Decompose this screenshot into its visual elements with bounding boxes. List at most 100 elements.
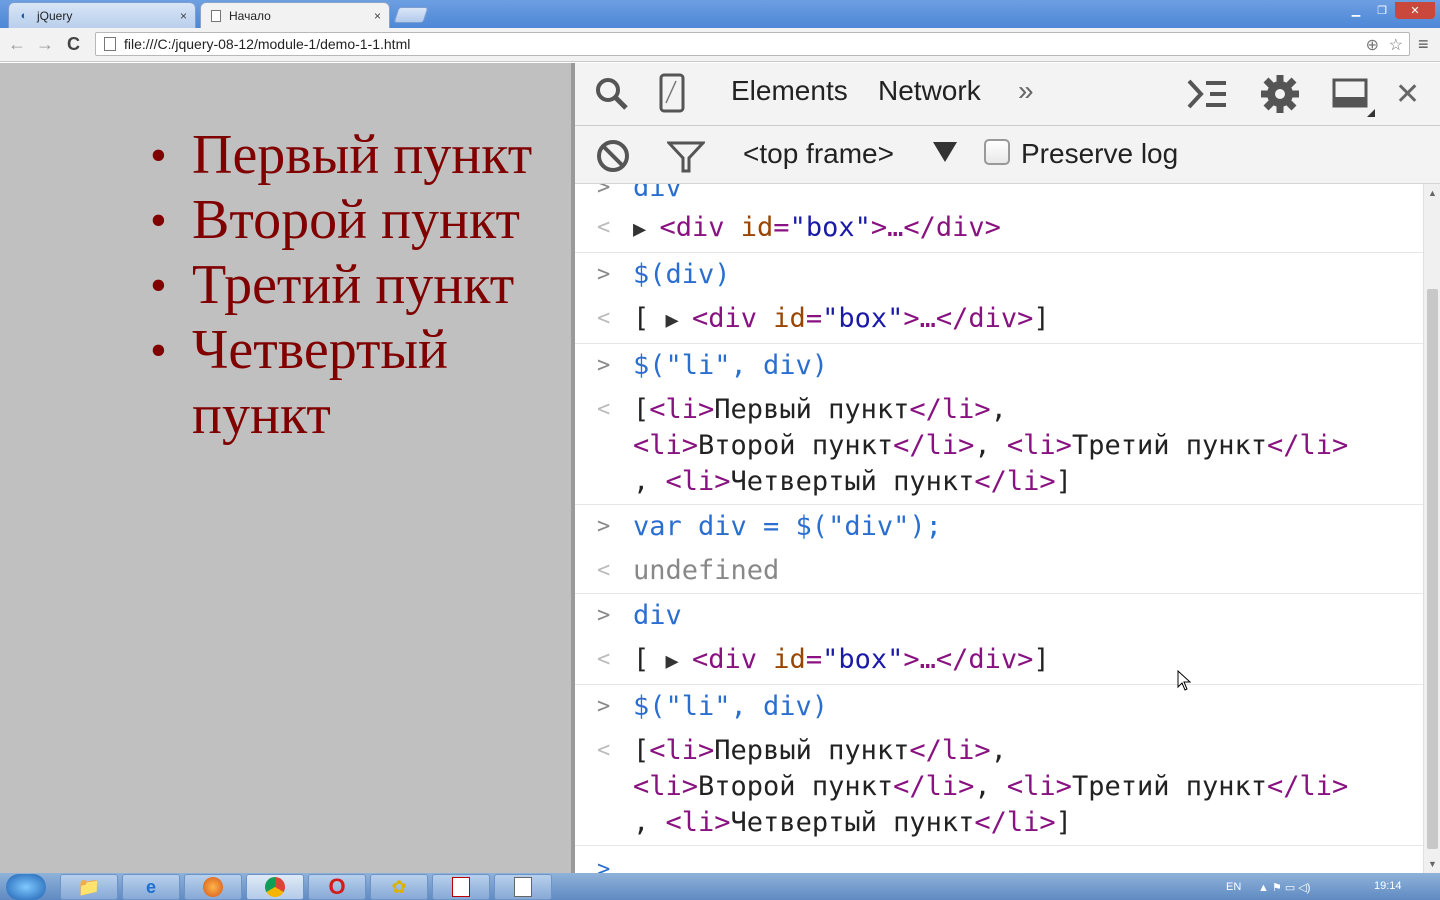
list-item: Первый пункт [150,123,550,188]
console-input-text: div [633,600,682,631]
back-button[interactable]: ← [8,34,26,55]
close-icon[interactable]: × [374,9,381,23]
expand-triangle-icon[interactable]: ▶ [633,217,660,242]
console-result-row: , <li>Четвертый пункт</li>] [633,805,1423,841]
console-token: = [805,644,823,675]
console-token: </li> [1267,771,1349,802]
console-result-line[interactable]: < ▶ <div id="box">…</div> [575,206,1423,253]
console-drawer-icon[interactable] [1186,77,1228,111]
console-token: Второй пункт [698,771,894,802]
result-arrow-icon: < [597,647,611,672]
reload-button[interactable]: C [67,34,80,55]
notepad-icon[interactable] [494,874,552,900]
console-result-line[interactable]: < undefined [575,549,1423,594]
tab-home[interactable]: Начало × [200,2,390,28]
frame-select[interactable]: <top frame> [743,138,894,170]
console-result-line[interactable]: < [<li>Первый пункт</li>, <li>Второй пункт… [575,729,1423,846]
scroll-down-icon[interactable]: ▼ [1428,859,1437,869]
console-token: , [990,394,1007,425]
console-input-line: > $("li", div) [575,344,1423,388]
firefox-icon[interactable] [184,874,242,900]
close-devtools-icon[interactable]: ✕ [1395,77,1420,112]
clear-console-icon[interactable] [595,138,631,179]
console-result-row: , <li>Четвертый пункт</li>] [633,464,1423,500]
scroll-up-icon[interactable]: ▲ [1428,188,1437,198]
console-token: , [633,466,666,497]
tab-jquery[interactable]: ◐ jQuery × [8,2,196,28]
tab-network[interactable]: Network [878,75,981,107]
console-token: </li> [893,771,975,802]
input-prompt-icon: > [597,514,611,539]
console-token: <div [692,644,774,675]
devtools-panel: Elements Network » ✕ <top frame> Preserv… [575,63,1440,873]
console-output[interactable]: > div < ▶ <div id="box">…</div> > $(div) <[ … [575,184,1423,873]
expand-triangle-icon[interactable]: ▶ [666,649,693,674]
console-input-line: > $(div) [575,253,1423,297]
console-token: <li> [665,466,731,497]
gear-icon[interactable] [1259,73,1301,115]
maximize-button[interactable]: ❐ [1369,2,1395,19]
close-window-button[interactable]: ✕ [1395,2,1435,19]
console-token: id [773,644,806,675]
console-token: Первый пункт [714,735,910,766]
console-token: "box" [822,303,904,334]
console-result-row: [<li>Первый пункт</li>, [633,392,1423,428]
console-token: ] [1055,807,1072,838]
acrobat-icon[interactable] [432,874,490,900]
console-result-line[interactable]: < [ ▶ <div id="box">…</div>] [575,297,1423,344]
star-icon[interactable]: ☆ [1389,35,1403,55]
console-token: ] [1055,466,1072,497]
new-tab-button[interactable] [393,7,429,23]
console-token: = [773,212,790,243]
console-token: </li> [909,735,991,766]
tab-title: Начало [229,8,271,23]
console-prompt[interactable]: > [575,846,1423,873]
mouse-cursor-icon [1177,670,1192,691]
console-token: "box" [789,212,871,243]
console-token: >…</div> [903,644,1034,675]
dock-side-icon[interactable] [1331,77,1375,117]
console-token: <li> [649,394,715,425]
console-input-line: > $("li", div) [575,685,1423,729]
console-token: Второй пункт [698,430,894,461]
language-indicator[interactable]: EN [1226,881,1241,893]
prompt-icon: > [597,857,611,873]
more-tabs-icon[interactable]: » [1018,75,1034,107]
console-token: Третий пункт [1071,430,1268,461]
close-icon[interactable]: × [180,9,187,23]
chevron-down-icon[interactable] [933,142,957,162]
scrollbar-thumb[interactable] [1427,289,1438,849]
console-token: >…</div> [870,212,1001,243]
clock[interactable]: 19:14 [1374,880,1402,892]
tab-strip: ◐ jQuery × Начало × ▁ ❐ ✕ [0,0,1440,28]
console-prompt-input[interactable] [633,854,649,873]
zoom-icon[interactable]: ⊕ [1366,35,1379,55]
chrome-icon[interactable] [246,874,304,900]
console-token: </li> [909,394,991,425]
tray-icons[interactable]: ▲ ⚑ ▭ ◁) [1258,881,1310,894]
opera-icon[interactable]: O [308,874,366,900]
console-token: , [990,735,1007,766]
address-bar[interactable]: file:///C:/jquery-08-12/module-1/demo-1-… [95,32,1410,56]
ie-icon[interactable]: e [122,874,180,900]
console-result-line[interactable]: < [<li>Первый пункт</li>, <li>Второй пункт… [575,388,1423,505]
expand-triangle-icon[interactable]: ▶ [666,308,693,333]
minimize-button[interactable]: ▁ [1343,2,1369,19]
console-token: Первый пункт [714,394,910,425]
device-mode-icon[interactable] [659,73,685,113]
tab-elements[interactable]: Elements [731,75,848,107]
console-scrollbar[interactable]: ▲ ▼ [1423,184,1440,873]
console-token: <div [692,303,774,334]
icq-icon[interactable]: ✿ [370,874,428,900]
preserve-log-checkbox[interactable] [984,139,1010,165]
start-button[interactable] [6,874,46,900]
console-token: , [974,771,1007,802]
console-result-line[interactable]: < [ ▶ <div id="box">…</div>] [575,638,1423,685]
explorer-icon[interactable]: 📁 [60,874,118,900]
menu-icon[interactable]: ≡ [1418,34,1429,55]
forward-button[interactable]: → [36,34,54,55]
console-token: [ [633,644,666,675]
search-icon[interactable] [593,75,631,113]
filter-icon[interactable] [665,140,707,179]
console-input-line: > div [575,184,1423,206]
